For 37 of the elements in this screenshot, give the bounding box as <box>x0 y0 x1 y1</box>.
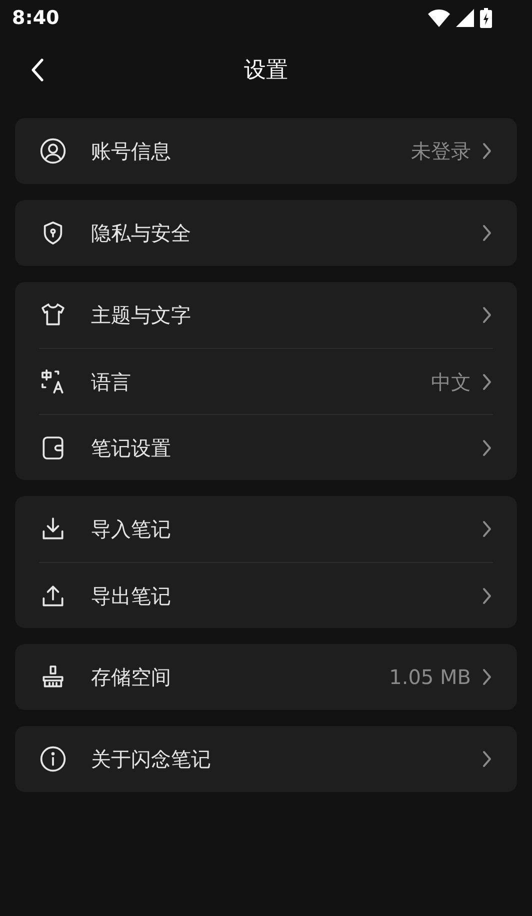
chevron-icon <box>481 749 493 769</box>
row-value: 1.05 MB <box>389 664 471 691</box>
row-label: 账号信息 <box>91 138 172 165</box>
chevron-icon <box>481 141 493 161</box>
settings-row[interactable]: 存储空间 1.05 MB <box>39 644 493 710</box>
settings-row[interactable]: 隐私与安全 <box>39 200 493 266</box>
row-label: 导入笔记 <box>91 516 172 543</box>
row-value: 未登录 <box>411 138 471 165</box>
wifi-icon <box>428 9 450 27</box>
settings-row[interactable]: 账号信息 未登录 <box>39 118 493 184</box>
row-value: 中文 <box>431 368 471 396</box>
user-icon <box>39 137 67 165</box>
chevron-icon <box>481 438 493 458</box>
settings-row[interactable]: 笔记设置 <box>39 414 493 480</box>
row-label: 隐私与安全 <box>91 220 192 247</box>
battery-icon <box>480 8 492 28</box>
chevron-icon <box>481 372 493 392</box>
chevron-icon <box>481 586 493 606</box>
row-label: 导出笔记 <box>91 582 172 610</box>
row-label: 关于闪念笔记 <box>91 746 212 773</box>
settings-row[interactable]: 主题与文字 <box>39 282 493 348</box>
chevron-icon <box>481 667 493 687</box>
row-label: 主题与文字 <box>91 302 192 329</box>
settings-row[interactable]: 语言 中文 <box>39 348 493 414</box>
signal-icon <box>456 9 474 27</box>
row-label: 语言 <box>91 368 132 396</box>
status-time: 8:40 <box>12 6 60 31</box>
chevron-icon <box>481 305 493 325</box>
row-label: 存储空间 <box>91 664 172 691</box>
info-icon <box>39 745 67 773</box>
settings-row[interactable]: 导出笔记 <box>39 562 493 628</box>
row-label: 笔记设置 <box>91 434 172 462</box>
settings-row[interactable]: 关于闪念笔记 <box>39 726 493 792</box>
settings-row[interactable]: 导入笔记 <box>39 496 493 562</box>
chevron-icon <box>481 519 493 539</box>
page-title: 设置 <box>244 56 288 84</box>
chevron-icon <box>481 223 493 243</box>
